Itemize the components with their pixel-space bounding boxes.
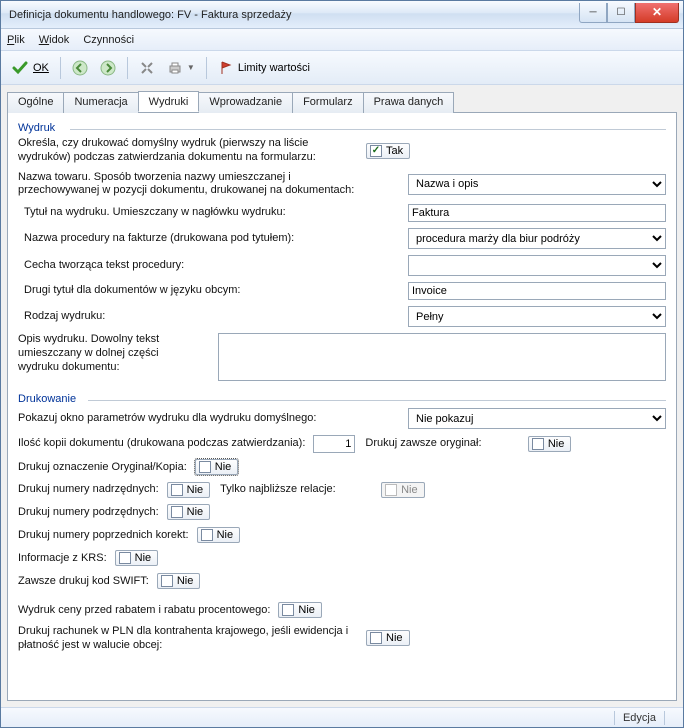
titlebar[interactable]: Definicja dokumentu handlowego: FV - Fak… — [1, 1, 683, 29]
checkbox-icon — [282, 604, 294, 616]
printer-icon — [167, 60, 183, 76]
checkbox-icon — [385, 484, 397, 496]
ilosc-input[interactable] — [313, 435, 355, 453]
label-drukuj-korekt: Drukuj numery poprzednich korekt: — [18, 529, 189, 543]
tab-bar: Ogólne Numeracja Wydruki Wprowadzanie Fo… — [7, 91, 677, 112]
tab-prawa[interactable]: Prawa danych — [363, 92, 455, 113]
tools-icon — [139, 60, 155, 76]
tab-formularz[interactable]: Formularz — [292, 92, 364, 113]
nav-forward-button[interactable] — [96, 58, 120, 78]
tab-wydruki[interactable]: Wydruki — [138, 91, 200, 112]
label-drukuj-oryg: Drukuj zawsze oryginał: — [365, 437, 517, 451]
label-cecha: Cecha tworząca tekst procedury: — [18, 259, 184, 273]
label-nazwa-towaru: Nazwa towaru. Sposób tworzenia nazwy umi… — [18, 171, 358, 199]
okresla-toggle[interactable]: ✓ Tak — [366, 143, 410, 159]
checkbox-icon — [532, 438, 544, 450]
info-krs-toggle[interactable]: Nie — [115, 550, 159, 566]
tab-wprowadzanie[interactable]: Wprowadzanie — [198, 92, 293, 113]
tab-panel: Wydruk Określa, czy drukować domyślny wy… — [7, 112, 677, 701]
rodzaj-select[interactable]: Pełny — [408, 306, 666, 327]
label-nazwa-proc: Nazwa procedury na fakturze (drukowana p… — [18, 232, 294, 246]
tab-ogolne[interactable]: Ogólne — [7, 92, 64, 113]
separator — [614, 711, 615, 725]
label-pokazuj: Pokazuj okno parametrów wydruku dla wydr… — [18, 412, 316, 426]
arrow-right-icon — [100, 60, 116, 76]
check-icon — [11, 59, 29, 77]
window-title: Definicja dokumentu handlowego: FV - Fak… — [9, 9, 579, 21]
checkbox-icon — [171, 484, 183, 496]
drukuj-korekt-toggle[interactable]: Nie — [197, 527, 241, 543]
drukuj-ozn-toggle[interactable]: Nie — [195, 459, 239, 475]
close-button[interactable]: ✕ — [635, 3, 679, 23]
separator — [60, 57, 61, 79]
pokazuj-select[interactable]: Nie pokazuj — [408, 408, 666, 429]
label-drukuj-podrz: Drukuj numery podrzędnych: — [18, 506, 159, 520]
arrow-left-icon — [72, 60, 88, 76]
drukuj-oryg-toggle[interactable]: Nie — [528, 436, 572, 452]
label-okresla: Określa, czy drukować domyślny wydruk (p… — [18, 137, 358, 165]
drugi-tytul-input[interactable] — [408, 282, 666, 300]
checkbox-icon — [161, 575, 173, 587]
nazwa-proc-select[interactable]: procedura marży dla biur podróży — [408, 228, 666, 249]
dropdown-icon: ▼ — [187, 63, 195, 72]
tytul-input[interactable] — [408, 204, 666, 222]
label-tytul: Tytuł na wydruku. Umieszczany w nagłówku… — [18, 206, 286, 220]
limity-button[interactable]: Limity wartości — [214, 58, 314, 78]
window: Definicja dokumentu handlowego: FV - Fak… — [0, 0, 684, 728]
cecha-select[interactable] — [408, 255, 666, 276]
divider — [70, 129, 666, 130]
opis-textarea[interactable] — [218, 333, 666, 381]
checkbox-icon — [370, 632, 382, 644]
content-area: Ogólne Numeracja Wydruki Wprowadzanie Fo… — [1, 85, 683, 707]
zawsze-swift-toggle[interactable]: Nie — [157, 573, 201, 589]
label-info-krs: Informacje z KRS: — [18, 552, 107, 566]
separator — [664, 711, 665, 725]
flag-icon — [218, 60, 234, 76]
label-drukuj-ozn: Drukuj oznaczenie Oryginał/Kopia: — [18, 461, 187, 475]
toolbar: OK ▼ Limity wartości — [1, 51, 683, 85]
checkbox-icon — [171, 506, 183, 518]
group-wydruk-title: Wydruk — [18, 122, 666, 134]
minimize-button[interactable]: ─ — [579, 3, 607, 23]
status-mode: Edycja — [623, 712, 656, 724]
ok-button[interactable]: OK — [7, 57, 53, 79]
checkbox-icon — [199, 461, 211, 473]
nazwa-towaru-select[interactable]: Nazwa i opis — [408, 174, 666, 195]
wydruk-ceny-toggle[interactable]: Nie — [278, 602, 322, 618]
label-drukuj-nadrz: Drukuj numery nadrzędnych: — [18, 483, 159, 497]
label-wydruk-ceny: Wydruk ceny przed rabatem i rabatu proce… — [18, 604, 270, 618]
tools-button[interactable] — [135, 58, 159, 78]
drukuj-rachunek-toggle[interactable]: Nie — [366, 630, 410, 646]
separator — [127, 57, 128, 79]
nav-back-button[interactable] — [68, 58, 92, 78]
label-tylko-najb: Tylko najbliższe relacje: — [220, 483, 371, 497]
group-drukowanie-title: Drukowanie — [18, 393, 666, 405]
tab-numeracja[interactable]: Numeracja — [63, 92, 138, 113]
tylko-najb-toggle: Nie — [381, 482, 425, 498]
label-ilosc: Ilość kopii dokumentu (drukowana podczas… — [18, 437, 305, 451]
label-zawsze-swift: Zawsze drukuj kod SWIFT: — [18, 575, 149, 589]
checkbox-checked-icon: ✓ — [370, 145, 382, 157]
menubar: Plik Widok Czynności — [1, 29, 683, 51]
drukuj-nadrz-toggle[interactable]: Nie — [167, 482, 211, 498]
divider — [88, 400, 666, 401]
window-controls: ─ ☐ ✕ — [579, 3, 679, 23]
menu-widok[interactable]: Widok — [39, 34, 70, 46]
checkbox-icon — [119, 552, 131, 564]
menu-czynnosci[interactable]: Czynności — [83, 34, 134, 46]
maximize-button[interactable]: ☐ — [607, 3, 635, 23]
label-rodzaj: Rodzaj wydruku: — [18, 310, 105, 324]
checkbox-icon — [201, 529, 213, 541]
separator — [206, 57, 207, 79]
label-opis: Opis wydruku. Dowolny tekst umieszczany … — [18, 333, 168, 374]
label-drugi-tytul: Drugi tytuł dla dokumentów w języku obcy… — [18, 284, 240, 298]
statusbar: Edycja — [1, 707, 683, 727]
menu-plik[interactable]: Plik — [7, 34, 25, 46]
drukuj-podrz-toggle[interactable]: Nie — [167, 504, 211, 520]
print-button[interactable]: ▼ — [163, 58, 199, 78]
label-drukuj-rachunek: Drukuj rachunek w PLN dla kontrahenta kr… — [18, 625, 358, 653]
